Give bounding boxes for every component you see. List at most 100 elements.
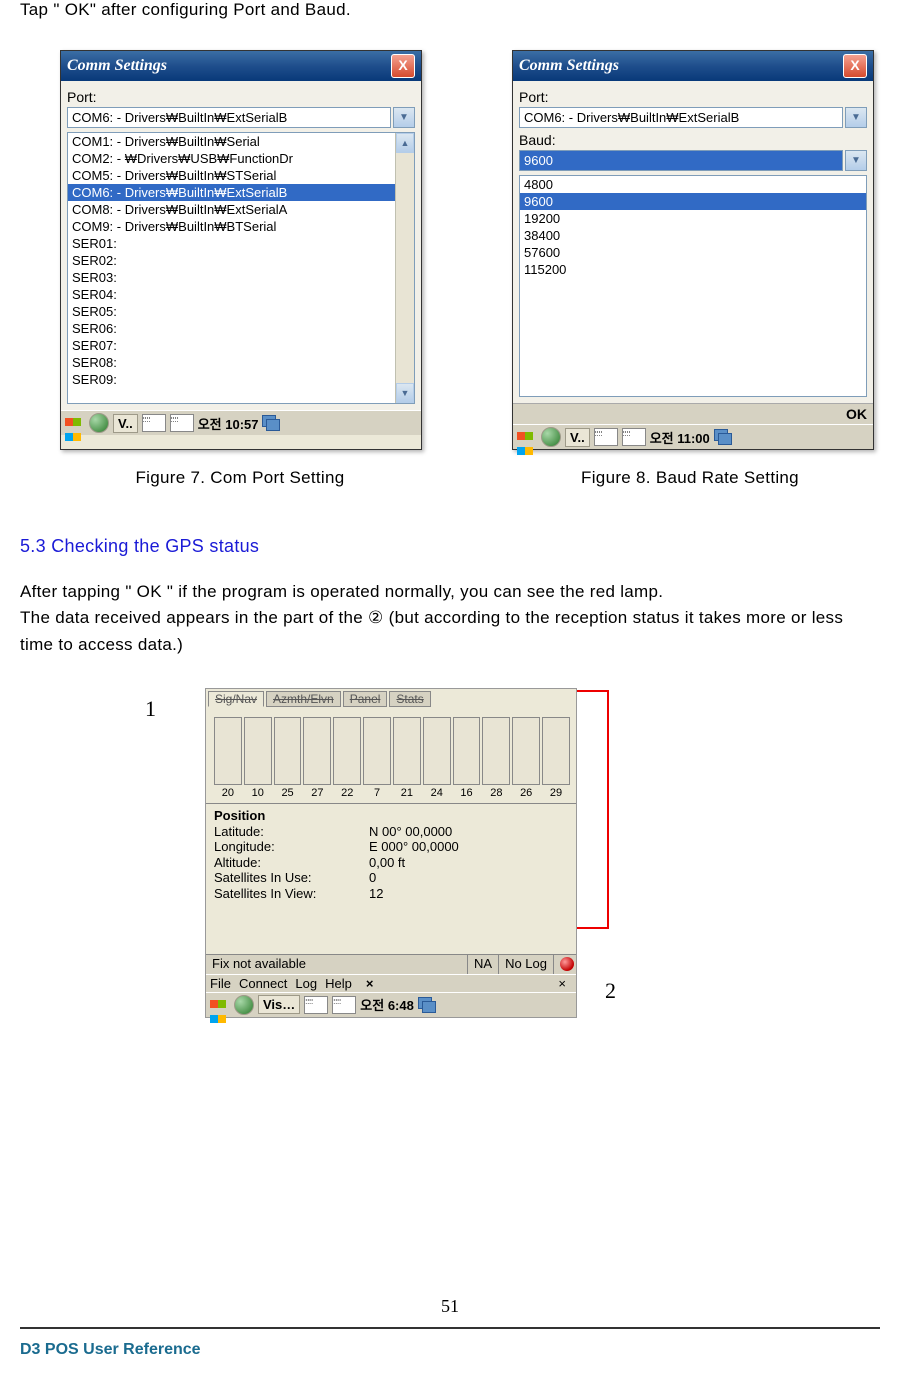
satellite-number: 27 [303, 787, 331, 799]
comm-settings-window-port: Comm Settings X Port: COM6: - Drivers₩Bu… [60, 50, 422, 450]
keyboard-icon[interactable]: :::::::: [170, 414, 194, 432]
screenshots-row: Comm Settings X Port: COM6: - Drivers₩Bu… [20, 50, 880, 450]
windows-stack-icon[interactable] [418, 997, 436, 1013]
satellite-number: 25 [274, 787, 302, 799]
footer-divider [20, 1327, 880, 1329]
port-combo[interactable]: COM6: - Drivers₩BuiltIn₩ExtSerialB [519, 107, 843, 128]
list-item[interactable]: 115200 [520, 261, 866, 278]
chevron-down-icon[interactable]: ▼ [845, 150, 867, 171]
ok-button[interactable]: OK [846, 406, 867, 422]
list-item[interactable]: SER09: [68, 371, 414, 388]
signal-bar [542, 717, 570, 785]
scroll-down-icon[interactable]: ▼ [396, 383, 414, 403]
ok-bar: OK [513, 403, 873, 424]
status-bar: Fix not available NA No Log [206, 954, 576, 974]
taskbar: Vis… :::::::: :::::::: 오전 6:48 [206, 992, 576, 1017]
menu-close-icon[interactable]: × [366, 976, 374, 991]
port-label: Port: [519, 89, 867, 105]
menu-connect[interactable]: Connect [239, 976, 287, 991]
window-title: Comm Settings [67, 57, 167, 75]
tab-panel[interactable]: Panel [343, 691, 388, 707]
list-item[interactable]: COM2: - ₩Drivers₩USB₩FunctionDr [68, 150, 414, 167]
sip-close-icon[interactable]: × [552, 976, 572, 991]
scroll-up-icon[interactable]: ▲ [396, 133, 414, 153]
position-row: Altitude:0,00 ft [214, 855, 568, 871]
baud-label: Baud: [519, 132, 867, 148]
windows-stack-icon[interactable] [714, 429, 732, 445]
titlebar: Comm Settings X [61, 51, 421, 81]
scrollbar[interactable]: ▲ ▼ [395, 133, 414, 403]
keyboard-icon[interactable]: :::::::: [594, 428, 618, 446]
tab-stats[interactable]: Stats [389, 691, 430, 707]
baud-listbox[interactable]: 48009600192003840057600115200 [519, 175, 867, 397]
section-heading: 5.3 Checking the GPS status [20, 536, 880, 557]
annotation-1: 1 [145, 696, 156, 722]
list-item[interactable]: SER04: [68, 286, 414, 303]
globe-icon[interactable] [89, 413, 109, 433]
signal-bars [206, 709, 576, 787]
taskbar-app-button[interactable]: V.. [565, 428, 590, 447]
satellite-number: 26 [512, 787, 540, 799]
start-icon[interactable] [210, 996, 230, 1014]
signal-bar [303, 717, 331, 785]
close-icon[interactable]: X [391, 54, 415, 78]
figure-caption: Figure 8. Baud Rate Setting [510, 468, 870, 488]
window-title: Comm Settings [519, 57, 619, 75]
signal-bar [214, 717, 242, 785]
start-icon[interactable] [65, 414, 85, 432]
windows-stack-icon[interactable] [262, 415, 280, 431]
tab-azmth[interactable]: Azmth/Elvn [266, 691, 341, 707]
gps-status-window: Sig/Nav Azmth/Elvn Panel Stats 201025272… [205, 688, 577, 1018]
menubar: File Connect Log Help × × [206, 974, 576, 992]
list-item[interactable]: SER05: [68, 303, 414, 320]
list-item[interactable]: SER08: [68, 354, 414, 371]
tab-signav[interactable]: Sig/Nav [208, 691, 264, 707]
taskbar-app-button[interactable]: Vis… [258, 995, 300, 1014]
keyboard-icon[interactable]: :::::::: [622, 428, 646, 446]
port-combo[interactable]: COM6: - Drivers₩BuiltIn₩ExtSerialB [67, 107, 391, 128]
taskbar-app-button[interactable]: V.. [113, 414, 138, 433]
start-icon[interactable] [517, 428, 537, 446]
list-item[interactable]: COM8: - Drivers₩BuiltIn₩ExtSerialA [68, 201, 414, 218]
list-item[interactable]: 57600 [520, 244, 866, 261]
menu-help[interactable]: Help [325, 976, 352, 991]
globe-icon[interactable] [234, 995, 254, 1015]
list-item[interactable]: SER07: [68, 337, 414, 354]
list-item[interactable]: 19200 [520, 210, 866, 227]
list-item[interactable]: COM9: - Drivers₩BuiltIn₩BTSerial [68, 218, 414, 235]
taskbar: V.. :::::::: :::::::: 오전 10:57 [61, 410, 421, 435]
keyboard-icon[interactable]: :::::::: [142, 414, 166, 432]
signal-bar [423, 717, 451, 785]
signal-bar [482, 717, 510, 785]
list-item[interactable]: SER06: [68, 320, 414, 337]
menu-log[interactable]: Log [295, 976, 317, 991]
globe-icon[interactable] [541, 427, 561, 447]
list-item[interactable]: 4800 [520, 176, 866, 193]
list-item[interactable]: 38400 [520, 227, 866, 244]
chevron-down-icon[interactable]: ▼ [393, 107, 415, 128]
port-listbox[interactable]: COM1: - Drivers₩BuiltIn₩SerialCOM2: - ₩D… [67, 132, 415, 404]
list-item[interactable]: SER02: [68, 252, 414, 269]
keyboard-icon[interactable]: :::::::: [332, 996, 356, 1014]
menu-file[interactable]: File [210, 976, 231, 991]
satellite-numbers: 20102527227212416282629 [206, 787, 576, 801]
list-item[interactable]: COM5: - Drivers₩BuiltIn₩STSerial [68, 167, 414, 184]
baud-combo[interactable]: 9600 [519, 150, 843, 171]
chevron-down-icon[interactable]: ▼ [845, 107, 867, 128]
list-item[interactable]: SER03: [68, 269, 414, 286]
page-number: 51 [0, 1296, 900, 1317]
list-item[interactable]: 9600 [520, 193, 866, 210]
signal-bar [244, 717, 272, 785]
satellite-number: 16 [453, 787, 481, 799]
taskbar: V.. :::::::: :::::::: 오전 11:00 [513, 424, 873, 449]
list-item[interactable]: COM1: - Drivers₩BuiltIn₩Serial [68, 133, 414, 150]
figure-caption: Figure 7. Com Port Setting [60, 468, 420, 488]
position-row: Latitude:N 00° 00,0000 [214, 824, 568, 840]
list-item[interactable]: SER01: [68, 235, 414, 252]
list-item[interactable]: COM6: - Drivers₩BuiltIn₩ExtSerialB [68, 184, 414, 201]
titlebar: Comm Settings X [513, 51, 873, 81]
keyboard-icon[interactable]: :::::::: [304, 996, 328, 1014]
signal-bar [512, 717, 540, 785]
satellite-number: 7 [363, 787, 391, 799]
close-icon[interactable]: X [843, 54, 867, 78]
